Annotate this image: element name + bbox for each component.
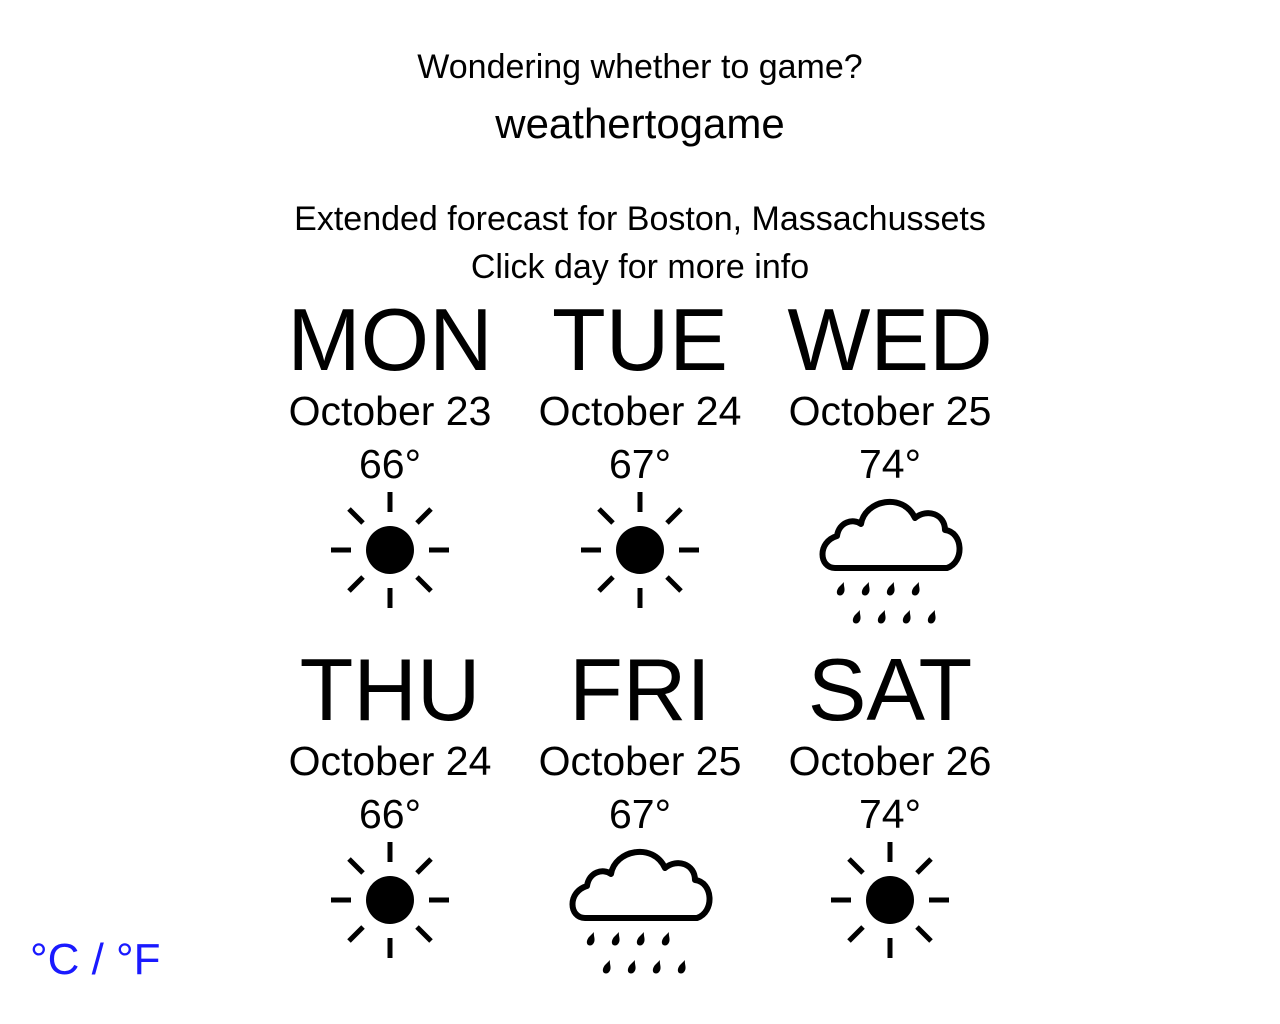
sun-icon [565, 490, 715, 625]
day-date: October 24 [538, 388, 742, 434]
rain-cloud-icon [815, 490, 965, 625]
instruction-text: Click day for more info [470, 248, 810, 286]
forecast-title: Extended forecast for Boston, Massachuss… [294, 200, 986, 238]
unit-toggle-link[interactable]: °C / °F [30, 935, 161, 985]
day-name: WED [787, 290, 993, 389]
day-name: MON [287, 290, 493, 389]
day-temperature: 66° [358, 441, 421, 487]
day-card-thu[interactable]: THU October 24 66° [265, 642, 515, 982]
day-temperature: 74° [858, 441, 921, 487]
day-date: October 26 [788, 738, 992, 784]
day-temperature: 74° [858, 791, 921, 837]
sun-icon [815, 840, 965, 975]
day-date: October 24 [288, 738, 492, 784]
sun-icon [315, 840, 465, 975]
day-card-sat[interactable]: SAT October 26 74° [765, 642, 1015, 982]
day-name: SAT [807, 640, 973, 739]
day-card-tue[interactable]: TUE October 24 67° [515, 292, 765, 632]
rain-cloud-icon [565, 840, 715, 975]
day-name: THU [299, 640, 481, 739]
tagline: Wondering whether to game? [417, 48, 863, 86]
day-name: FRI [569, 640, 711, 739]
day-temperature: 66° [358, 791, 421, 837]
day-date: October 23 [288, 388, 492, 434]
day-temperature: 67° [608, 441, 671, 487]
day-card-mon[interactable]: MON October 23 66° [265, 292, 515, 632]
day-date: October 25 [788, 388, 992, 434]
day-card-fri[interactable]: FRI October 25 67° [515, 642, 765, 982]
day-name: TUE [552, 290, 728, 389]
weather-page: Wondering whether to game? weathertogame… [0, 0, 1280, 1024]
day-card-wed[interactable]: WED October 25 74° [765, 292, 1015, 632]
day-temperature: 67° [608, 791, 671, 837]
day-date: October 25 [538, 738, 742, 784]
brand-name: weathertogame [495, 100, 785, 147]
sun-icon [315, 490, 465, 625]
